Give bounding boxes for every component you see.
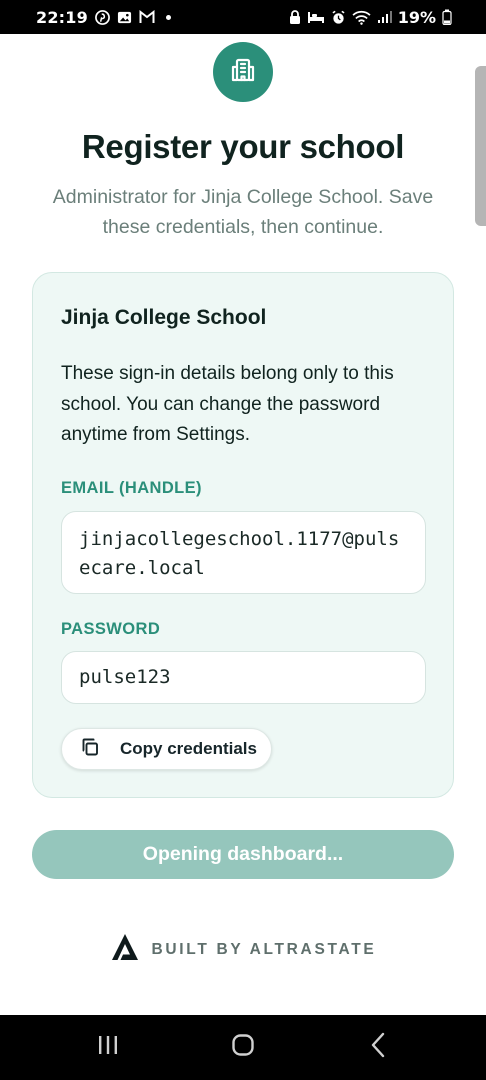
email-label: EMAIL (HANDLE) — [61, 479, 202, 497]
recent-apps-button[interactable] — [78, 1023, 138, 1073]
recent-apps-icon — [96, 1034, 120, 1061]
battery-percentage: 19% — [397, 7, 436, 27]
lock-icon — [289, 9, 301, 25]
pinterest-icon — [95, 9, 110, 25]
built-by-text: BUILT BY ALTRASTATE — [151, 940, 377, 958]
sleep-icon — [307, 10, 325, 24]
alarm-icon — [331, 10, 346, 25]
wifi-icon — [352, 10, 371, 25]
footer-brand: BUILT BY ALTRASTATE — [0, 932, 486, 967]
notification-dot — [165, 14, 171, 20]
back-icon — [369, 1032, 387, 1063]
status-right: 19% — [289, 8, 452, 27]
copy-icon — [80, 737, 100, 762]
status-left: 22:19 — [36, 8, 171, 27]
status-bar: 22:19 19% — [0, 0, 486, 34]
gmail-icon — [139, 10, 155, 24]
home-button[interactable] — [213, 1023, 273, 1073]
school-name: Jinja College School — [61, 306, 267, 329]
school-building-icon — [228, 55, 258, 90]
navigation-bar — [0, 1015, 486, 1080]
page-subtitle: Administrator for Jinja College School. … — [52, 186, 434, 238]
password-field[interactable]: pulse123 — [61, 651, 426, 704]
credentials-description: These sign-in details belong only to thi… — [61, 363, 394, 445]
school-logo-badge — [213, 42, 273, 102]
gallery-icon — [117, 10, 132, 25]
signal-icon — [377, 10, 392, 24]
battery-icon — [442, 9, 452, 25]
back-button[interactable] — [348, 1023, 408, 1073]
open-dashboard-label: Opening dashboard... — [142, 843, 344, 865]
home-icon — [231, 1033, 255, 1062]
copy-credentials-button[interactable]: Copy credentials — [61, 728, 272, 770]
password-label: PASSWORD — [61, 620, 161, 638]
status-time: 22:19 — [36, 7, 88, 27]
credentials-card: Jinja College School These sign-in detai… — [32, 272, 454, 798]
copy-credentials-label: Copy credentials — [120, 739, 257, 758]
open-dashboard-button[interactable]: Opening dashboard... — [32, 830, 454, 879]
page-title: Register your school — [81, 128, 405, 165]
email-field[interactable]: jinjacollegeschool.1177@pulsecare.local — [61, 511, 426, 594]
altrastate-logo-icon — [110, 932, 140, 967]
